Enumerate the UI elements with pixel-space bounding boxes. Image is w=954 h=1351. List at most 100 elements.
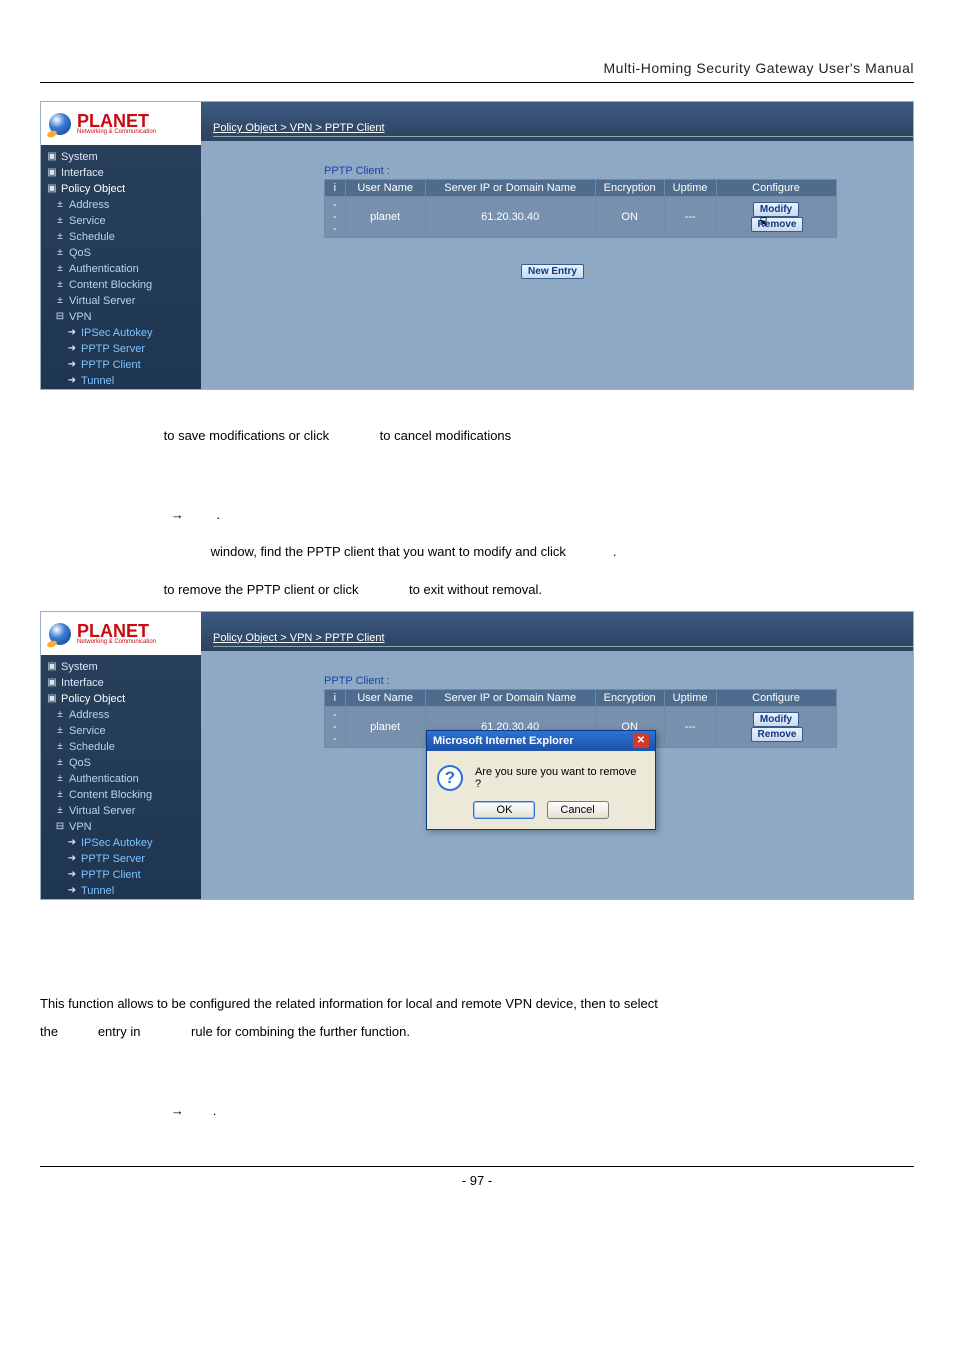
nav-interface[interactable]: ▣ Interface (41, 675, 201, 691)
nav-label: Schedule (69, 231, 115, 243)
nav-policy-object[interactable]: ▣ Policy Object (41, 691, 201, 707)
cancel-button[interactable]: Cancel (547, 801, 609, 819)
nav-content-blocking[interactable]: ±Content Blocking (41, 277, 201, 293)
nav-label: Policy Object (61, 693, 125, 705)
nav-ipsec-autokey[interactable]: ➜IPSec Autokey (41, 835, 201, 851)
table-caption: PPTP Client : (324, 675, 885, 687)
nav-system[interactable]: ▣System (41, 659, 201, 675)
nav-ipsec-autokey[interactable]: ➜IPSec Autokey (41, 325, 201, 341)
footer-rule (40, 1166, 914, 1167)
step-period: . (216, 507, 220, 522)
nav-authentication[interactable]: ± Authentication (41, 261, 201, 277)
nav-label: IPSec Autokey (81, 837, 153, 849)
instruction-step: Click to save modifications or click to … (40, 420, 914, 451)
th-i: i (325, 180, 346, 197)
td-i: --- (325, 197, 346, 238)
sidebar: PLANET Networking & Communication ▣Syste… (41, 612, 201, 899)
arrow-icon: ➜ (67, 328, 77, 338)
nav-label: Authentication (69, 263, 139, 275)
nav-address[interactable]: ±Address (41, 707, 201, 723)
nav-label: Interface (61, 167, 104, 179)
nav-schedule[interactable]: ±Schedule (41, 739, 201, 755)
minus-icon: ⊟ (55, 822, 65, 832)
nav-label: PPTP Client (81, 869, 141, 881)
nav-qos[interactable]: ±QoS (41, 245, 201, 261)
nav-content-blocking[interactable]: ±Content Blocking (41, 787, 201, 803)
expand-icon: ▣ (47, 662, 57, 672)
th-uptime: Uptime (664, 180, 716, 197)
nav-label: Virtual Server (69, 295, 135, 307)
instruction-step: Select → . (40, 1095, 914, 1126)
nav-pptp-client[interactable]: ➜PPTP Client (41, 357, 201, 373)
logo-tagline: Networking & Communication (77, 129, 156, 135)
close-icon[interactable]: ✕ (633, 734, 649, 748)
breadcrumb: Policy Object > VPN > PPTP Client (201, 612, 913, 651)
nav-qos[interactable]: ±QoS (41, 755, 201, 771)
nav-policy-object[interactable]: ▣Policy Object (41, 181, 201, 197)
th-username: User Name (345, 689, 425, 706)
expand-icon: ▣ (47, 678, 57, 688)
step-tail: to cancel modifications (380, 428, 512, 443)
plus-icon: ± (55, 264, 65, 274)
nav-tree: ▣System ▣Interface ▣Policy Object ±Addre… (41, 145, 201, 389)
nav-label: Tunnel (81, 885, 114, 897)
modify-button[interactable]: Modify (753, 202, 799, 217)
nav-interface[interactable]: ▣Interface (41, 165, 201, 181)
nav-vpn[interactable]: ⊟VPN (41, 309, 201, 325)
nav-virtual-server[interactable]: ± Virtual Server (41, 803, 201, 819)
collapse-icon: ▣ (47, 184, 57, 194)
modify-button[interactable]: Modify (753, 712, 799, 727)
step-tail: to exit without removal. (409, 582, 542, 597)
nav-label: Virtual Server (69, 805, 135, 817)
nav-label: Content Blocking (69, 789, 152, 801)
new-entry-button[interactable]: New Entry (521, 264, 584, 279)
th-username: User Name (345, 180, 425, 197)
nav-tunnel[interactable]: ➜Tunnel (41, 883, 201, 899)
nav-authentication[interactable]: ±Authentication (41, 771, 201, 787)
remove-button[interactable]: Remove (751, 217, 804, 232)
nav-label: Service (69, 215, 106, 227)
nav-label: Interface (61, 677, 104, 689)
main-panel: Policy Object > VPN > PPTP Client PPTP C… (201, 612, 913, 899)
nav-schedule[interactable]: ±Schedule (41, 229, 201, 245)
logo-globe-icon (49, 113, 71, 135)
td-i: --- (325, 706, 346, 747)
step-period: . (213, 1103, 217, 1118)
nav-label: PPTP Server (81, 853, 145, 865)
td-configure: Modify Remove (716, 197, 836, 238)
nav-address[interactable]: ±Address (41, 197, 201, 213)
plus-icon: ± (55, 806, 65, 816)
nav-label: VPN (69, 311, 92, 323)
nav-pptp-server[interactable]: ➜PPTP Server (41, 851, 201, 867)
arrow-icon: → (171, 1103, 184, 1118)
remove-button[interactable]: Remove (751, 727, 804, 742)
collapse-icon: ▣ (47, 694, 57, 704)
arrow-icon: ➜ (67, 870, 77, 880)
nav-pptp-server[interactable]: ➜PPTP Server (41, 341, 201, 357)
app-window-pptp-client: PLANET Networking & Communication ▣Syste… (40, 101, 914, 390)
plus-icon: ± (55, 280, 65, 290)
nav-service[interactable]: ±Service (41, 213, 201, 229)
logo-brand: PLANET (77, 112, 156, 130)
ok-button[interactable]: OK (473, 801, 535, 819)
para-word: entry in (98, 1024, 141, 1039)
logo-tagline: Networking & Communication (77, 639, 156, 645)
dialog-titlebar[interactable]: Microsoft Internet Explorer ✕ (427, 731, 655, 751)
th-encryption: Encryption (595, 689, 664, 706)
nav-system[interactable]: ▣System (41, 149, 201, 165)
nav-vpn[interactable]: ⊟VPN (41, 819, 201, 835)
app-window-pptp-client-remove: PLANET Networking & Communication ▣Syste… (40, 611, 914, 900)
nav-label: PPTP Server (81, 343, 145, 355)
th-server: Server IP or Domain Name (425, 689, 595, 706)
plus-icon: ± (55, 710, 65, 720)
nav-tunnel[interactable]: ➜Tunnel (41, 373, 201, 389)
th-configure: Configure (716, 180, 836, 197)
plus-icon: ± (55, 200, 65, 210)
nav-service[interactable]: ±Service (41, 723, 201, 739)
nav-virtual-server[interactable]: ±Virtual Server (41, 293, 201, 309)
table-header-row: i User Name Server IP or Domain Name Enc… (325, 689, 837, 706)
td-username: planet (345, 197, 425, 238)
nav-tree: ▣System ▣ Interface ▣ Policy Object ±Addre… (41, 655, 201, 899)
nav-pptp-client[interactable]: ➜ PPTP Client (41, 867, 201, 883)
plus-icon: ± (55, 248, 65, 258)
